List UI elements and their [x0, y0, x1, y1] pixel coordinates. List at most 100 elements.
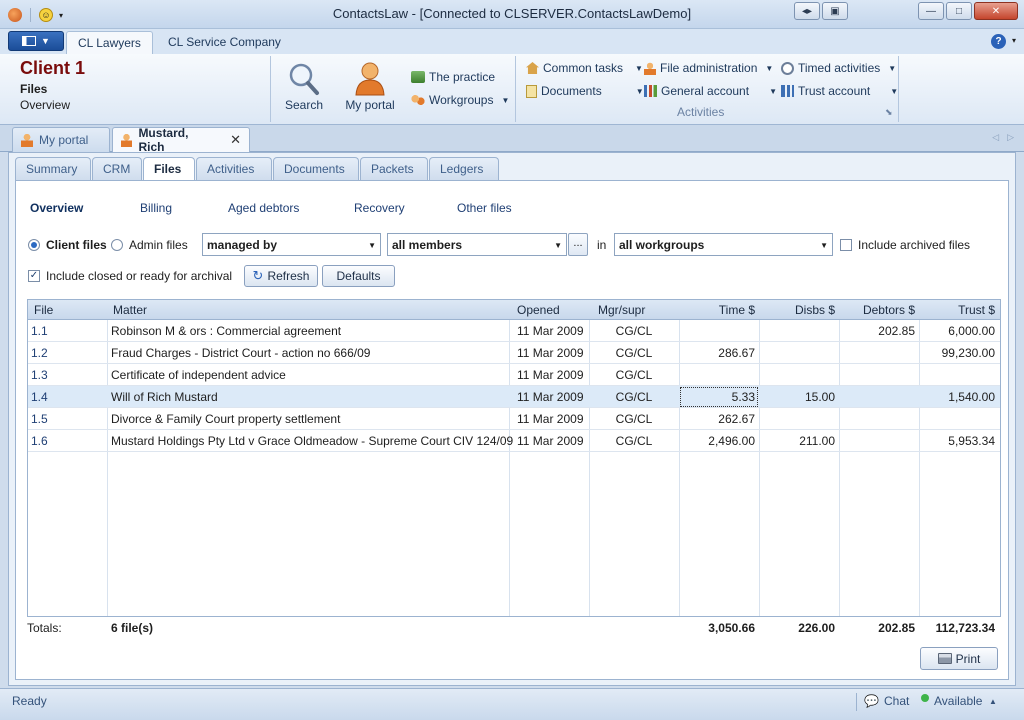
presence-label[interactable]: Available	[934, 694, 982, 708]
ribbon-tab-cl-service-company[interactable]: CL Service Company	[157, 31, 292, 54]
include-archived-checkbox[interactable]	[840, 239, 852, 251]
timed-activities-button[interactable]: Timed activities ▼	[781, 59, 896, 77]
divider	[898, 56, 899, 122]
status-bar: Ready 💬 Chat Available ▲	[0, 688, 1024, 720]
window-mode-icon[interactable]: ▣	[822, 2, 848, 20]
chevron-down-icon: ▼	[501, 95, 510, 105]
table-row-selected[interactable]: 1.4 Will of Rich Mustard 11 Mar 2009 CG/…	[28, 386, 1000, 408]
document-icon	[526, 84, 537, 98]
refresh-icon: ↻	[252, 268, 264, 283]
close-icon[interactable]: ✕	[230, 132, 241, 148]
trust-account-label: Trust account	[798, 84, 871, 98]
ribbon: Client 1 Files Overview Search My portal…	[0, 54, 1024, 125]
link-recovery[interactable]: Recovery	[354, 201, 405, 215]
totals-files: 6 file(s)	[111, 621, 154, 635]
maximize-button[interactable]: □	[946, 2, 972, 20]
link-overview[interactable]: Overview	[30, 201, 83, 215]
window-title: ContactsLaw - [Connected to CLSERVER.Con…	[332, 6, 692, 21]
document-tab-bar: My portal Mustard, Rich ✕ ◁ ▷	[0, 125, 1024, 154]
defaults-button[interactable]: Defaults	[322, 265, 395, 287]
totals-disbs: 226.00	[798, 621, 835, 635]
workgroups-button[interactable]: Workgroups ▼	[411, 91, 509, 109]
documents-button[interactable]: Documents ▼	[526, 82, 644, 100]
table-row[interactable]: 1.1 Robinson M & ors : Commercial agreem…	[28, 320, 1000, 342]
the-practice-button[interactable]: The practice	[411, 68, 495, 86]
grid-header: File Matter Opened Mgr/supr Time $ Disbs…	[28, 300, 1000, 320]
totals-time: 3,050.66	[708, 621, 755, 635]
include-closed-checkbox[interactable]: ✓	[28, 270, 40, 282]
search-icon	[289, 63, 319, 95]
chevron-up-icon[interactable]: ▲	[989, 697, 997, 706]
trust-account-button[interactable]: Trust account ▼	[781, 82, 898, 100]
managed-by-select[interactable]: managed by ▼	[202, 233, 381, 256]
column-header-time[interactable]: Time $	[679, 303, 755, 317]
table-row[interactable]: 1.3 Certificate of independent advice 11…	[28, 364, 1000, 386]
restore-layout-icon[interactable]: ◂▸	[794, 2, 820, 20]
link-aged-debtors[interactable]: Aged debtors	[228, 201, 299, 215]
building-icon	[411, 71, 425, 83]
admin-files-radio[interactable]	[111, 239, 123, 251]
workgroups-value: all workgroups	[619, 238, 705, 252]
cell-opened: 11 Mar 2009	[517, 346, 584, 360]
column-header-mgr-supr[interactable]: Mgr/supr	[598, 303, 645, 317]
column-header-disbs[interactable]: Disbs $	[759, 303, 835, 317]
chevron-down-icon: ▼	[41, 36, 50, 46]
cell-time[interactable]: 5.33	[679, 390, 755, 404]
chevron-right-icon[interactable]: ▷	[1007, 132, 1014, 143]
common-tasks-button[interactable]: Common tasks ▼	[526, 59, 643, 77]
cell-opened: 11 Mar 2009	[517, 434, 584, 448]
members-browse-button[interactable]: ...	[568, 233, 588, 256]
chat-icon[interactable]: 💬	[864, 694, 879, 708]
file-administration-label: File administration	[660, 61, 758, 75]
column-header-trust[interactable]: Trust $	[919, 303, 995, 317]
chevron-down-icon: ▼	[635, 63, 643, 73]
tab-summary[interactable]: Summary	[15, 157, 91, 181]
cell-file: 1.6	[31, 434, 48, 448]
column-header-file[interactable]: File	[34, 303, 53, 317]
client-files-radio[interactable]	[28, 239, 40, 251]
ribbon-options-icon[interactable]: ▾	[1012, 36, 1016, 45]
options-row: ✓ Include closed or ready for archival ↻…	[16, 265, 1008, 287]
print-label: Print	[955, 651, 981, 666]
link-billing[interactable]: Billing	[140, 201, 172, 215]
general-account-button[interactable]: General account ▼	[644, 82, 777, 100]
tab-ledgers[interactable]: Ledgers	[429, 157, 499, 181]
cell-file: 1.5	[31, 412, 48, 426]
close-button[interactable]: ✕	[974, 2, 1018, 20]
column-header-matter[interactable]: Matter	[113, 303, 147, 317]
tab-mustard-rich[interactable]: Mustard, Rich ✕	[112, 126, 250, 154]
minimize-button[interactable]: —	[918, 2, 944, 20]
cell-trust: 1,540.00	[948, 390, 995, 404]
tab-activities[interactable]: Activities	[196, 157, 272, 181]
link-other-files[interactable]: Other files	[457, 201, 512, 215]
refresh-button[interactable]: ↻ Refresh	[244, 265, 318, 287]
tab-packets[interactable]: Packets	[360, 157, 428, 181]
cell-matter: Will of Rich Mustard	[111, 390, 218, 404]
table-row[interactable]: 1.2 Fraud Charges - District Court - act…	[28, 342, 1000, 364]
the-practice-label: The practice	[429, 70, 496, 84]
column-header-debtors[interactable]: Debtors $	[839, 303, 915, 317]
tab-documents[interactable]: Documents	[273, 157, 359, 181]
file-administration-button[interactable]: File administration ▼	[644, 59, 773, 77]
table-row[interactable]: 1.6 Mustard Holdings Pty Ltd v Grace Old…	[28, 430, 1000, 452]
application-menu-button[interactable]: ▼	[8, 31, 64, 51]
cell-time: 2,496.00	[708, 434, 755, 448]
ribbon-tab-cl-lawyers[interactable]: CL Lawyers	[66, 31, 153, 54]
workgroups-select[interactable]: all workgroups ▼	[614, 233, 833, 256]
client-files-label: Client files	[46, 238, 107, 252]
tab-crm[interactable]: CRM	[92, 157, 142, 181]
table-row[interactable]: 1.5 Divorce & Family Court property sett…	[28, 408, 1000, 430]
chat-label[interactable]: Chat	[884, 694, 909, 708]
tab-my-portal[interactable]: My portal	[12, 127, 110, 152]
my-portal-button[interactable]: My portal	[340, 58, 400, 112]
members-select[interactable]: all members ▼	[387, 233, 567, 256]
cell-matter: Mustard Holdings Pty Ltd v Grace Oldmead…	[111, 434, 514, 448]
print-button[interactable]: Print	[920, 647, 998, 670]
chevron-left-icon[interactable]: ◁	[992, 132, 999, 143]
help-icon[interactable]: ?	[991, 34, 1006, 49]
printer-icon	[937, 653, 952, 664]
column-header-opened[interactable]: Opened	[517, 303, 560, 317]
search-button[interactable]: Search	[282, 58, 326, 112]
dialog-launcher-icon[interactable]: ⬊	[885, 107, 893, 118]
ribbon-tab-bar: ▼ CL Lawyers CL Service Company ? ▾	[0, 29, 1024, 54]
